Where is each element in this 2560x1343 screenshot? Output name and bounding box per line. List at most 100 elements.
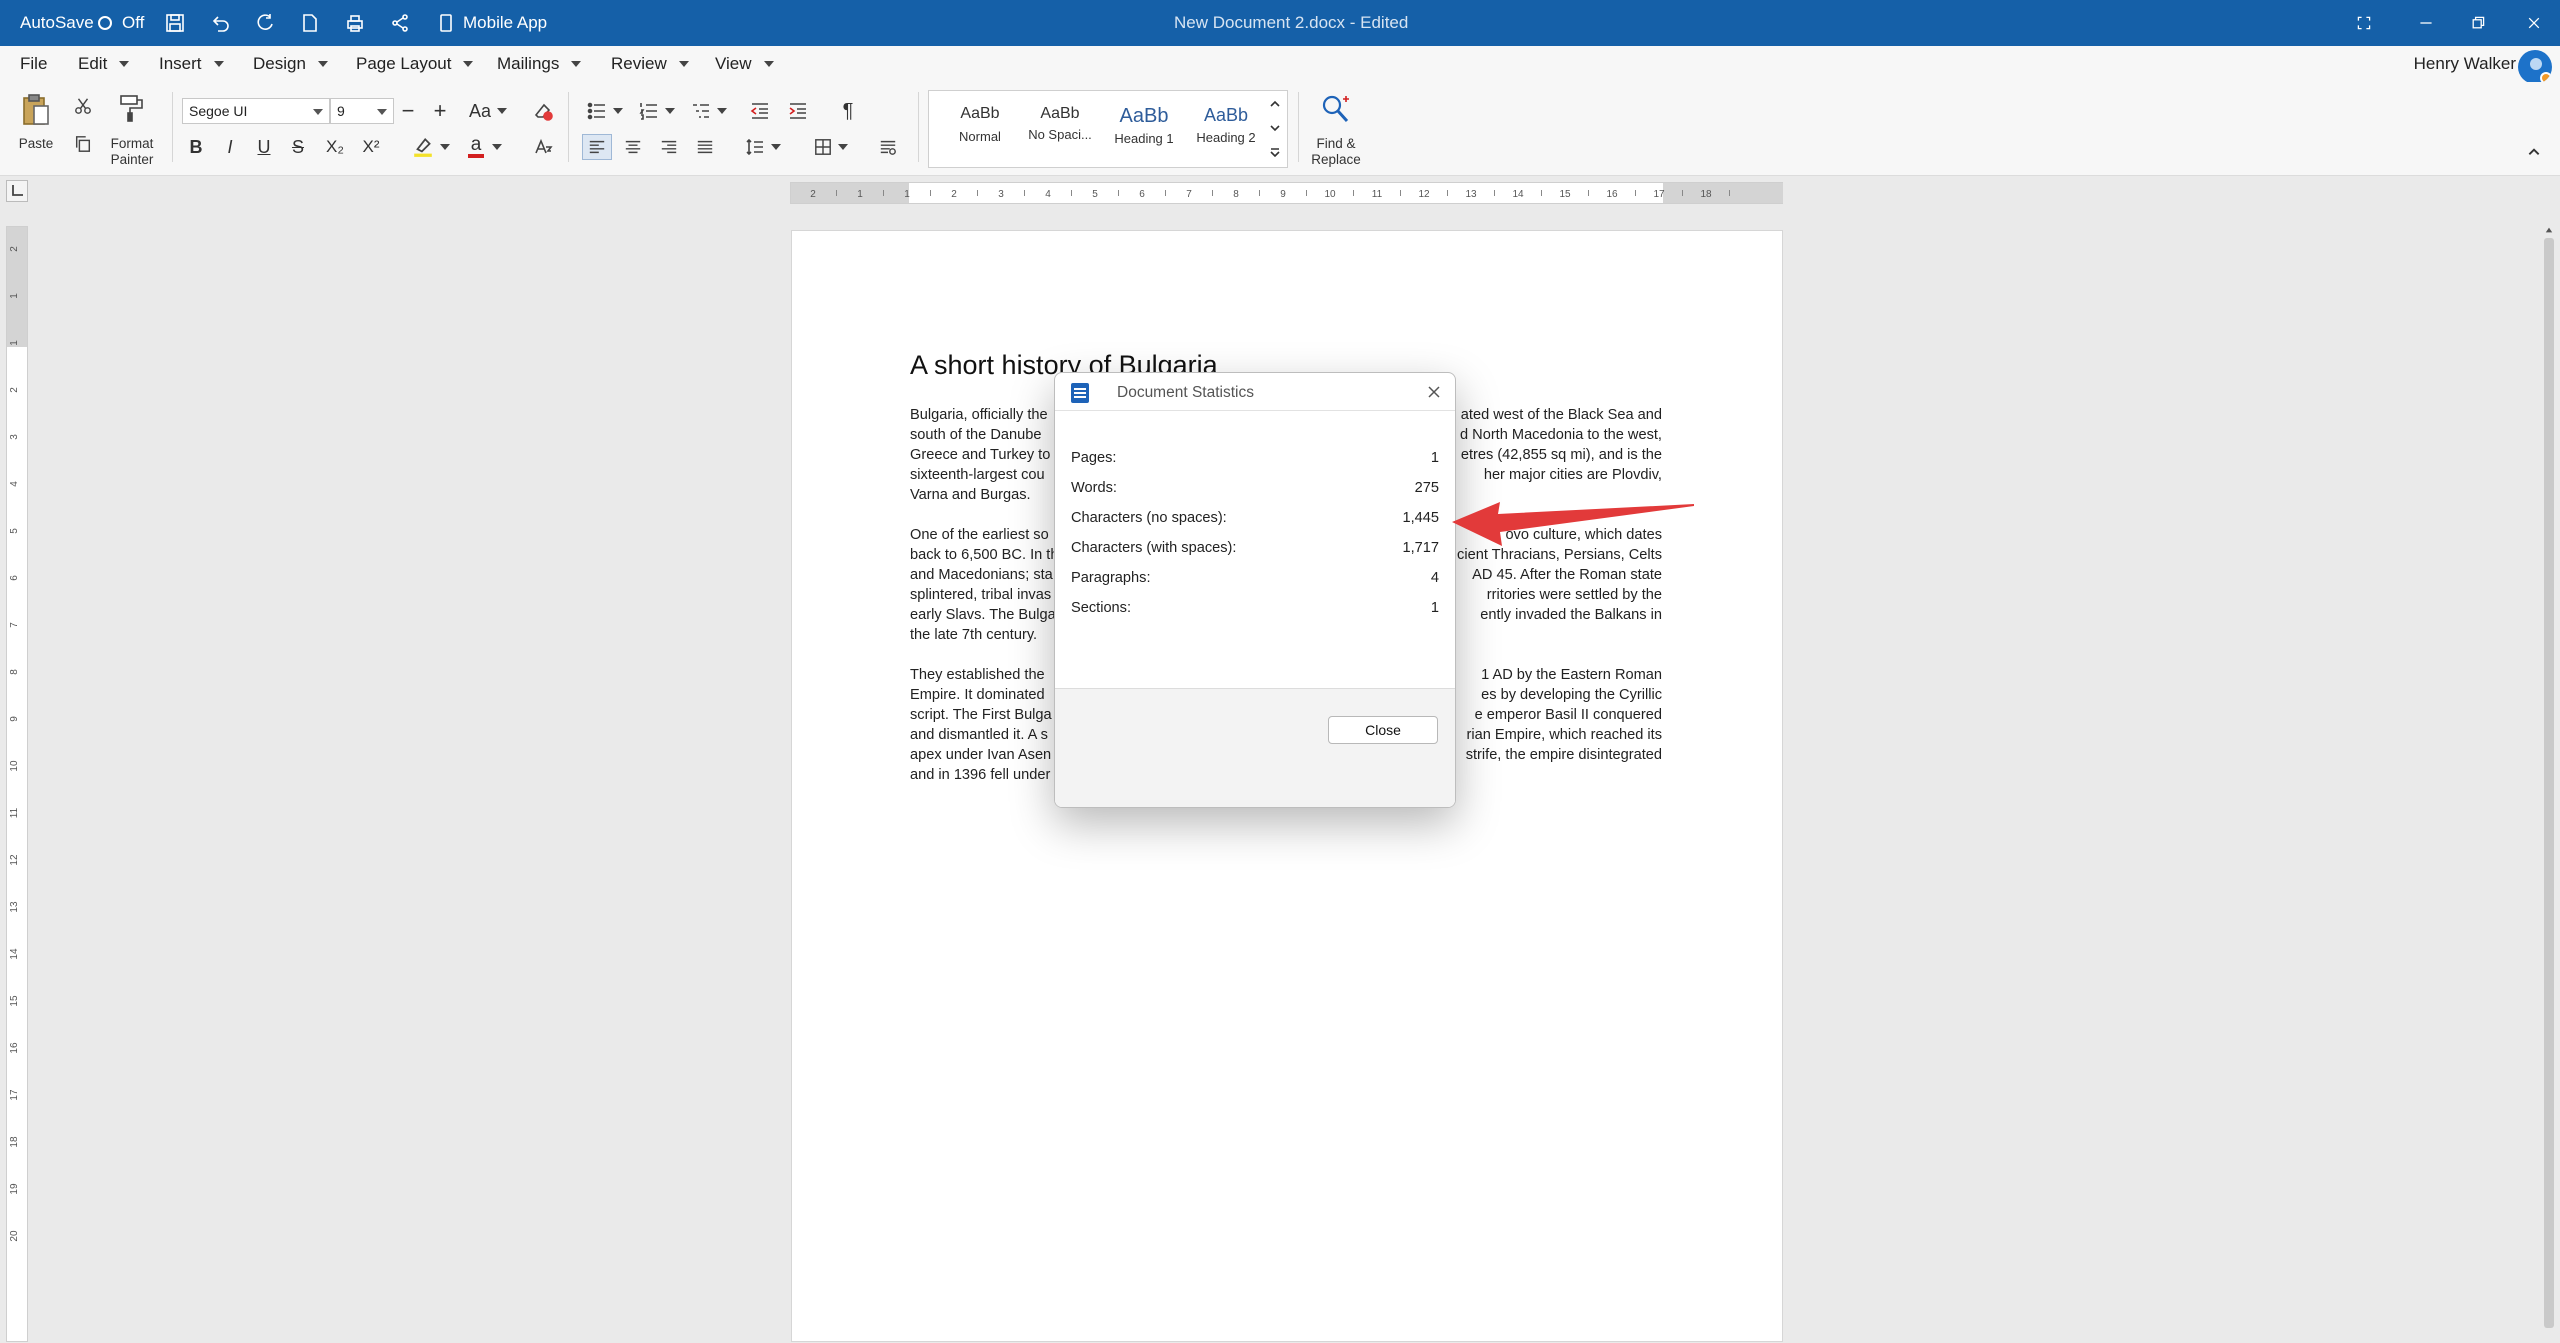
share-icon[interactable]: [390, 0, 410, 46]
menu-mailings[interactable]: Mailings: [497, 46, 582, 82]
styles-scroll-down-icon[interactable]: [1265, 119, 1285, 137]
menu-design[interactable]: Design: [253, 46, 328, 82]
annotation-arrow: [1452, 502, 1694, 546]
superscript-button[interactable]: X²: [356, 134, 386, 160]
increase-font-size-icon[interactable]: +: [428, 98, 452, 124]
avatar[interactable]: [2518, 50, 2552, 84]
horizontal-ruler[interactable]: 2 1 1 2 3 4 5 6 7 8 9 10 11 12 13 14 15 16 17 18: [790, 182, 1783, 204]
paragraph-settings-icon[interactable]: [874, 134, 902, 160]
ruler-tick-label: 10: [1324, 189, 1336, 200]
font-name-select[interactable]: Segoe UI: [182, 98, 330, 124]
ruler-tick-label: 19: [9, 1183, 20, 1195]
stat-row: Paragraphs: 4: [1071, 570, 1439, 592]
save-icon[interactable]: [165, 0, 185, 46]
fullscreen-icon[interactable]: [2356, 0, 2372, 46]
menu-insert[interactable]: Insert: [159, 46, 224, 82]
scrollbar-thumb[interactable]: [2544, 238, 2554, 1328]
stat-label: Paragraphs:: [1071, 570, 1151, 586]
paste-label[interactable]: Paste: [16, 136, 56, 152]
tab-selector[interactable]: [6, 180, 28, 202]
borders-button[interactable]: [808, 134, 854, 160]
numbered-list-button[interactable]: [634, 98, 680, 124]
stat-value: 1,445: [1402, 510, 1439, 526]
user-name[interactable]: Henry Walker: [2414, 46, 2516, 82]
ruler-tick-label: 12: [1418, 189, 1430, 200]
align-right-button[interactable]: [654, 134, 684, 160]
ruler-tick-label: 13: [1465, 189, 1477, 200]
format-painter-label[interactable]: Format Painter: [102, 136, 162, 168]
mobile-icon[interactable]: [436, 0, 456, 46]
print-icon[interactable]: [345, 0, 365, 46]
format-painter-icon[interactable]: [112, 90, 152, 126]
italic-button[interactable]: I: [218, 134, 242, 160]
decrease-indent-icon[interactable]: [746, 98, 774, 124]
ribbon-toolbar: Paste Format Painter Segoe UI 9 − + Aa B …: [0, 82, 2560, 176]
change-case-button[interactable]: Aa: [466, 98, 510, 124]
mobile-app-label[interactable]: Mobile App: [463, 0, 547, 46]
ruler-tick-label: 17: [1653, 189, 1665, 200]
styles-scroll-up-icon[interactable]: [1265, 95, 1285, 113]
style-heading-2[interactable]: AaBb Heading 2: [1187, 105, 1265, 145]
dialog-footer: Close: [1055, 688, 1455, 807]
font-size-select[interactable]: 9: [330, 98, 394, 124]
menu-edit[interactable]: Edit: [78, 46, 130, 82]
styles-more-icon[interactable]: [1265, 143, 1285, 161]
menu-review[interactable]: Review: [611, 46, 689, 82]
stat-row: Characters (with spaces): 1,717: [1071, 540, 1439, 562]
cut-icon[interactable]: [70, 94, 96, 118]
align-center-button[interactable]: [618, 134, 648, 160]
clear-formatting-icon[interactable]: [528, 98, 558, 124]
decrease-font-size-icon[interactable]: −: [396, 98, 420, 124]
menu-view[interactable]: View: [715, 46, 774, 82]
justify-button[interactable]: [690, 134, 720, 160]
paste-icon[interactable]: [16, 90, 56, 130]
ruler-tick-label: 4: [9, 481, 20, 487]
ruler-tick-label: 1: [9, 293, 20, 299]
ruler-tick-label: 11: [1372, 189, 1383, 200]
styles-gallery: AaBb Normal AaBb No Spaci... AaBb Heading 1…: [928, 90, 1288, 168]
autosave-toggle[interactable]: [90, 0, 120, 46]
redo-icon[interactable]: [255, 0, 275, 46]
collapse-ribbon-icon[interactable]: [2522, 140, 2546, 164]
undo-icon[interactable]: [210, 0, 230, 46]
strikethrough-button[interactable]: S: [286, 134, 310, 160]
close-button[interactable]: Close: [1328, 716, 1438, 744]
restore-icon[interactable]: [2470, 0, 2486, 46]
find-replace-label[interactable]: Find & Replace: [1300, 136, 1372, 168]
close-window-icon[interactable]: [2526, 0, 2542, 46]
stat-value: 1: [1430, 600, 1439, 616]
style-normal[interactable]: AaBb Normal: [941, 105, 1019, 144]
vertical-scrollbar[interactable]: [2540, 226, 2558, 1342]
character-style-icon[interactable]: [528, 134, 558, 160]
style-no-spacing[interactable]: AaBb No Spaci...: [1021, 105, 1099, 142]
increase-indent-icon[interactable]: [784, 98, 812, 124]
stat-row: Sections: 1: [1071, 600, 1439, 622]
copy-icon[interactable]: [70, 132, 96, 156]
ruler-tick-label: 5: [9, 528, 20, 534]
scroll-up-arrow-icon[interactable]: [2544, 226, 2554, 234]
underline-button[interactable]: U: [252, 134, 276, 160]
bullet-list-button[interactable]: [582, 98, 628, 124]
menu-file[interactable]: File: [20, 46, 47, 82]
menu-page-layout[interactable]: Page Layout: [356, 46, 474, 82]
find-replace-icon[interactable]: [1314, 90, 1358, 130]
multilevel-list-button[interactable]: [686, 98, 732, 124]
close-icon[interactable]: [1425, 383, 1443, 401]
line-spacing-button[interactable]: [740, 134, 786, 160]
document-icon: [1071, 383, 1089, 403]
new-document-icon[interactable]: [300, 0, 320, 46]
bold-button[interactable]: B: [184, 134, 208, 160]
dialog-header[interactable]: Document Statistics: [1055, 373, 1455, 411]
align-left-button[interactable]: [582, 134, 612, 160]
stat-row: Characters (no spaces): 1,445: [1071, 510, 1439, 532]
ruler-tick-label: 10: [9, 760, 20, 772]
ruler-tick-label: 15: [1559, 189, 1571, 200]
minimize-icon[interactable]: [2418, 0, 2434, 46]
highlight-color-button[interactable]: [408, 134, 454, 160]
font-color-button[interactable]: a: [462, 134, 508, 160]
menu-bar: File Edit Insert Design Page Layout Mail…: [0, 46, 2560, 84]
style-heading-1[interactable]: AaBb Heading 1: [1105, 105, 1183, 146]
vertical-ruler[interactable]: 2 1 1 2 3 4 5 6 7 8 9 10 11 12 13 14 15 16 17 18 19 20: [6, 226, 28, 1342]
subscript-button[interactable]: X₂: [320, 134, 350, 160]
show-formatting-marks-button[interactable]: ¶: [834, 98, 862, 124]
